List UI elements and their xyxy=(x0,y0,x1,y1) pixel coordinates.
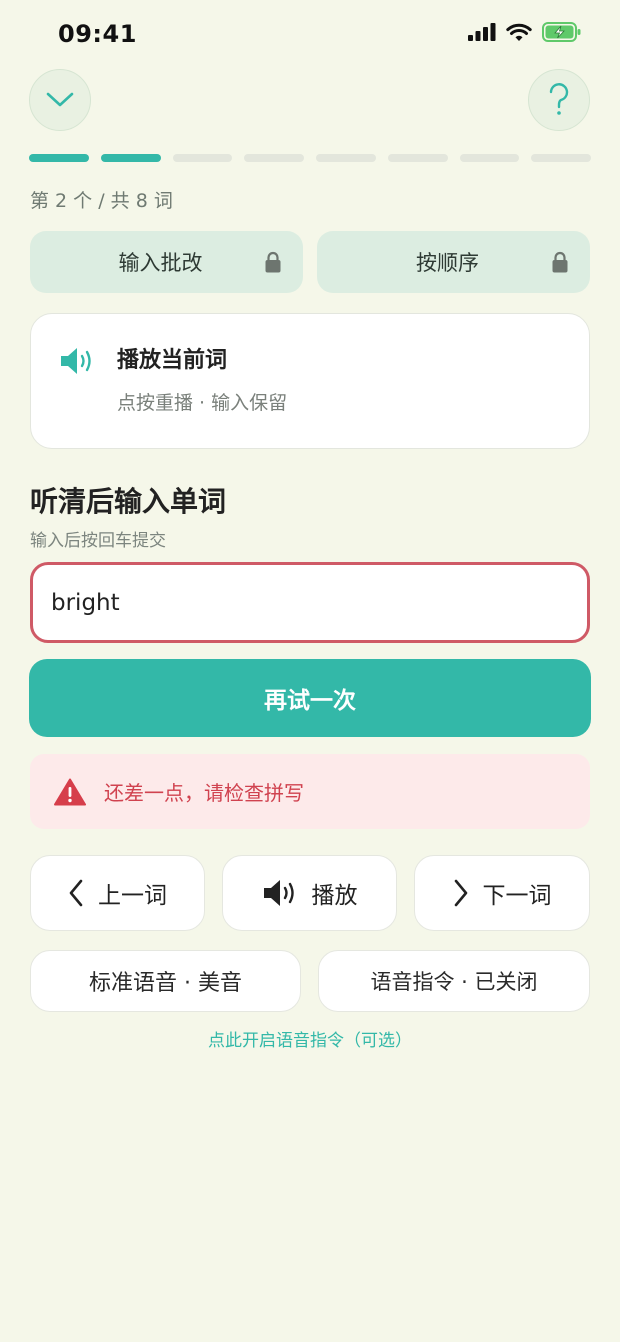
progress-segment xyxy=(387,154,448,162)
prev-word-button[interactable]: 上一词 xyxy=(30,855,205,931)
word-counter: 第 2 个 / 共 8 词 xyxy=(30,190,173,212)
chevron-left-icon xyxy=(69,879,83,907)
error-message: 还差一点，请检查拼写 xyxy=(104,781,304,805)
prev-word-label: 上一词 xyxy=(98,883,167,909)
prompt-hint: 输入后按回车提交 xyxy=(30,531,166,551)
speaker-icon xyxy=(263,880,294,906)
help-button[interactable] xyxy=(528,69,590,131)
progress-segment xyxy=(244,154,304,162)
signal-icon xyxy=(468,23,496,41)
mode-label: 按顺序 xyxy=(416,251,479,275)
voice-select-button[interactable]: 标准语音 · 美音 xyxy=(30,950,301,1012)
progress-segment xyxy=(29,154,89,162)
lock-icon xyxy=(552,251,568,273)
progress-bar xyxy=(29,154,591,162)
warning-icon xyxy=(54,778,86,805)
answer-input[interactable] xyxy=(30,562,590,643)
progress-segment xyxy=(531,154,591,162)
progress-segment xyxy=(316,154,376,162)
next-word-button[interactable]: 下一词 xyxy=(414,855,590,931)
mode-label: 输入批改 xyxy=(118,251,203,275)
play-card-title: 播放当前词 xyxy=(117,348,228,373)
prompt-title: 听清后输入单词 xyxy=(30,485,227,518)
chevron-down-icon xyxy=(46,92,74,107)
battery-charging-icon xyxy=(542,22,581,42)
play-card-subtitle: 点按重播 · 输入保留 xyxy=(117,392,288,414)
question-icon xyxy=(549,83,569,115)
status-icons xyxy=(468,22,582,42)
status-time: 09:41 xyxy=(58,20,137,48)
progress-segment xyxy=(172,154,233,162)
progress-segment xyxy=(459,154,520,162)
progress-segment xyxy=(100,154,161,162)
play-label: 播放 xyxy=(311,883,358,909)
speaker-icon xyxy=(61,348,91,374)
enable-voice-command-link[interactable]: 点此开启语音指令（可选） xyxy=(0,1026,620,1051)
status-bar: 09:41 xyxy=(0,0,620,70)
error-alert: 还差一点，请检查拼写 xyxy=(30,754,590,829)
mode-input-grading-button[interactable]: 输入批改 xyxy=(30,231,303,293)
collapse-button[interactable] xyxy=(29,69,91,131)
play-button[interactable]: 播放 xyxy=(222,855,397,931)
wifi-icon xyxy=(506,23,532,41)
voice-command-button[interactable]: 语音指令 · 已关闭 xyxy=(318,950,590,1012)
next-word-label: 下一词 xyxy=(482,883,552,909)
lock-icon xyxy=(265,251,281,273)
mode-order-button[interactable]: 按顺序 xyxy=(317,231,590,293)
retry-button[interactable]: 再试一次 xyxy=(29,659,591,737)
chevron-right-icon xyxy=(454,879,467,907)
play-current-word-card[interactable]: 播放当前词 点按重播 · 输入保留 xyxy=(30,313,590,449)
